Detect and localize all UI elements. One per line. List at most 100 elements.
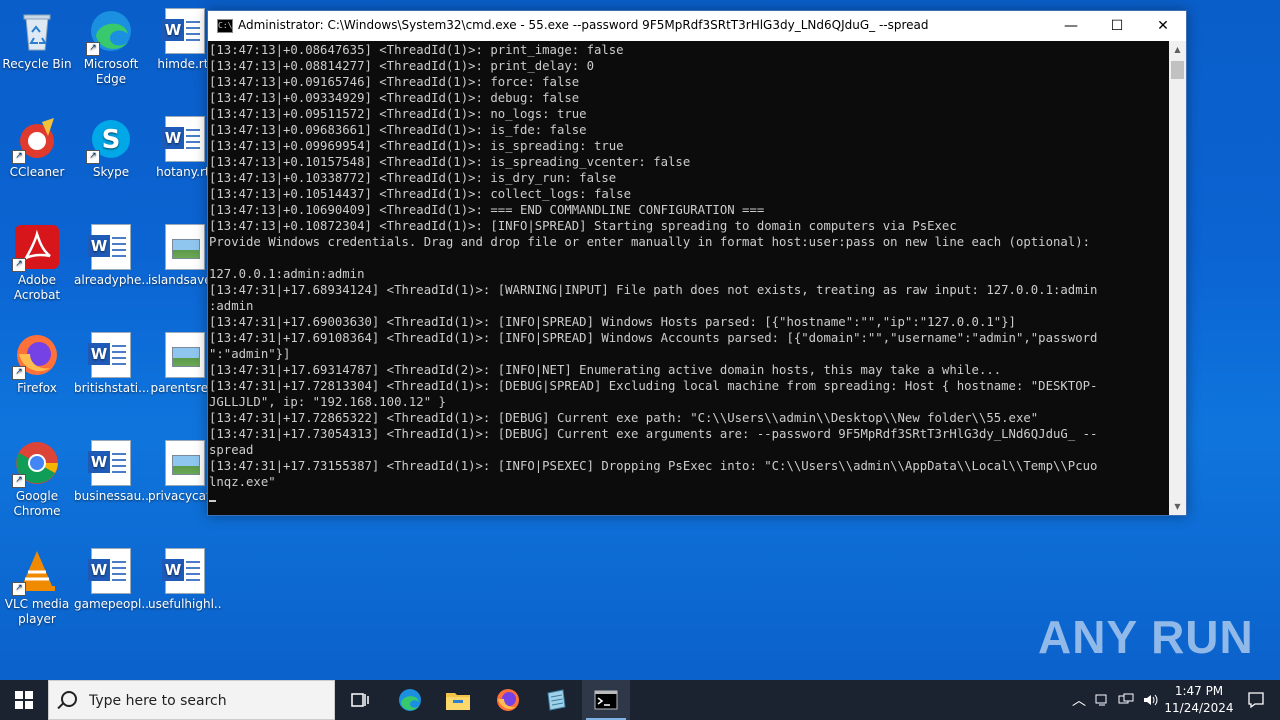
taskbar-firefox[interactable] xyxy=(484,680,532,720)
notepad-icon xyxy=(547,689,566,711)
desktop-icon-google-chrome[interactable]: ↗ Google Chrome xyxy=(0,440,74,519)
desktop-icon-label: Recycle Bin xyxy=(2,57,72,71)
word-document-icon: W xyxy=(162,548,208,594)
desktop-icon-label-line2: Acrobat xyxy=(13,288,61,302)
shortcut-arrow-icon: ↗ xyxy=(12,366,26,380)
notification-center-button[interactable] xyxy=(1232,680,1280,720)
desktop-icon-label: gamepeopl... xyxy=(74,597,148,611)
desktop-icon-adobe-acrobat[interactable]: ↗ Adobe Acrobat xyxy=(0,224,74,303)
cmd-icon xyxy=(594,690,618,710)
task-view-button[interactable] xyxy=(336,680,384,720)
desktop-icon-label: Firefox xyxy=(17,381,57,395)
ccleaner-icon: ↗ xyxy=(12,116,60,164)
anyrun-watermark: ANY RUN xyxy=(1038,611,1254,663)
clock-time: 1:47 PM xyxy=(1174,684,1224,698)
desktop-icon-businessau[interactable]: W businessau... xyxy=(74,440,148,504)
taskbar-clock[interactable]: 1:47 PM 11/24/2024 xyxy=(1164,683,1234,717)
text-cursor xyxy=(209,500,216,502)
edge-icon xyxy=(399,689,421,711)
vertical-scrollbar[interactable]: ▲ ▼ xyxy=(1169,41,1186,515)
taskbar-file-explorer[interactable] xyxy=(434,680,482,720)
chrome-icon: ↗ xyxy=(12,440,60,488)
cmd-icon: C:\ xyxy=(217,19,233,33)
desktop-icon-label: Skype xyxy=(92,165,130,179)
skype-icon: S ↗ xyxy=(86,116,134,164)
scroll-down-arrow-icon[interactable]: ▼ xyxy=(1169,498,1186,515)
desktop-icon-britishstati[interactable]: W britishstati... xyxy=(74,332,148,396)
clock-date: 11/24/2024 xyxy=(1164,701,1234,715)
windows-logo-icon xyxy=(15,691,33,709)
adobe-acrobat-icon: ↗ xyxy=(12,224,60,272)
shortcut-arrow-icon: ↗ xyxy=(12,474,26,488)
desktop-icon-gamepeopl[interactable]: W gamepeopl... xyxy=(74,548,148,612)
scrollbar-thumb[interactable] xyxy=(1171,61,1184,79)
console-text: [13:47:13|+0.08647635] <ThreadId(1)>: pr… xyxy=(209,43,1098,489)
close-button[interactable]: ✕ xyxy=(1140,11,1186,41)
network-icon[interactable] xyxy=(1094,692,1110,708)
show-hidden-icons-chevron-up-icon[interactable]: ︿ xyxy=(1072,690,1086,710)
word-document-icon: W xyxy=(88,332,134,378)
shortcut-arrow-icon: ↗ xyxy=(86,150,100,164)
desktop-icon-label: britishstati... xyxy=(74,381,148,395)
edge-icon: ↗ xyxy=(86,8,134,56)
word-document-icon: W xyxy=(88,548,134,594)
word-document-icon: W xyxy=(162,8,208,54)
desktop-icon-label-line2: Chrome xyxy=(13,504,61,518)
file-explorer-icon xyxy=(446,693,470,710)
notification-icon xyxy=(1248,692,1264,709)
desktop-icon-label-line1: Adobe xyxy=(18,273,56,287)
console-output[interactable]: [13:47:13|+0.08647635] <ThreadId(1)>: pr… xyxy=(208,41,1169,515)
taskbar-cmd[interactable] xyxy=(582,680,630,720)
firefox-icon: ↗ xyxy=(12,332,60,380)
desktop: Recycle Bin ↗ CCleaner ↗ Adobe Acrobat ↗… xyxy=(0,0,1280,680)
taskbar-edge[interactable] xyxy=(386,680,434,720)
desktop-icon-label-line2: player xyxy=(18,612,56,626)
desktop-icon-label-line1: Google xyxy=(15,489,59,503)
search-icon xyxy=(61,691,77,707)
desktop-icon-label: alreadyphe... xyxy=(74,273,148,287)
image-file-icon xyxy=(162,440,208,486)
desktop-icon-alreadyphe[interactable]: W alreadyphe... xyxy=(74,224,148,288)
desktop-icon-label: CCleaner xyxy=(9,165,65,179)
desktop-icon-recycle-bin[interactable]: Recycle Bin xyxy=(0,8,74,72)
start-button[interactable] xyxy=(0,680,48,720)
taskbar-search-box[interactable] xyxy=(48,680,335,720)
maximize-button[interactable]: ☐ xyxy=(1094,11,1140,41)
desktop-icon-skype[interactable]: S ↗ Skype xyxy=(74,116,148,180)
desktop-icon-label: businessau... xyxy=(74,489,148,503)
word-document-icon: W xyxy=(88,440,134,486)
window-title: Administrator: C:\Windows\System32\cmd.e… xyxy=(238,18,929,32)
speaker-icon[interactable] xyxy=(1142,692,1160,708)
scroll-up-arrow-icon[interactable]: ▲ xyxy=(1169,41,1186,58)
shortcut-arrow-icon: ↗ xyxy=(12,258,26,272)
vlc-icon: ↗ xyxy=(12,548,60,596)
image-file-icon xyxy=(162,224,208,270)
word-document-icon: W xyxy=(88,224,134,270)
word-document-icon: W xyxy=(162,116,208,162)
desktop-icon-microsoft-edge[interactable]: ↗ Microsoft Edge xyxy=(74,8,148,87)
desktop-icon-firefox[interactable]: ↗ Firefox xyxy=(0,332,74,396)
desktop-icon-usefulhighl[interactable]: W usefulhighl... xyxy=(148,548,222,612)
shortcut-arrow-icon: ↗ xyxy=(12,582,26,596)
firefox-icon xyxy=(497,689,519,711)
shortcut-arrow-icon: ↗ xyxy=(12,150,26,164)
svg-text:S: S xyxy=(102,125,121,155)
taskbar-notepad[interactable] xyxy=(532,680,580,720)
desktop-icon-ccleaner[interactable]: ↗ CCleaner xyxy=(0,116,74,180)
search-input[interactable] xyxy=(87,690,331,712)
system-tray: ︿ xyxy=(1068,680,1160,720)
recycle-bin-icon xyxy=(14,8,60,54)
shortcut-arrow-icon: ↗ xyxy=(86,42,100,56)
desktop-icon-label: usefulhighl... xyxy=(148,597,222,611)
desktop-icon-vlc[interactable]: ↗ VLC media player xyxy=(0,548,74,627)
desktop-icon-label-line1: VLC media xyxy=(4,597,70,611)
minimize-button[interactable]: — xyxy=(1048,11,1094,41)
network-wired-icon[interactable] xyxy=(1118,692,1134,708)
window-titlebar[interactable]: C:\ Administrator: C:\Windows\System32\c… xyxy=(208,11,1186,41)
image-file-icon xyxy=(162,332,208,378)
desktop-icon-label-line1: Microsoft xyxy=(83,57,139,71)
taskbar: ︿ 1:47 PM 11/24/2024 xyxy=(0,680,1280,720)
task-view-icon xyxy=(351,693,369,707)
cmd-window[interactable]: C:\ Administrator: C:\Windows\System32\c… xyxy=(207,10,1187,516)
desktop-icon-label-line2: Edge xyxy=(95,72,127,86)
